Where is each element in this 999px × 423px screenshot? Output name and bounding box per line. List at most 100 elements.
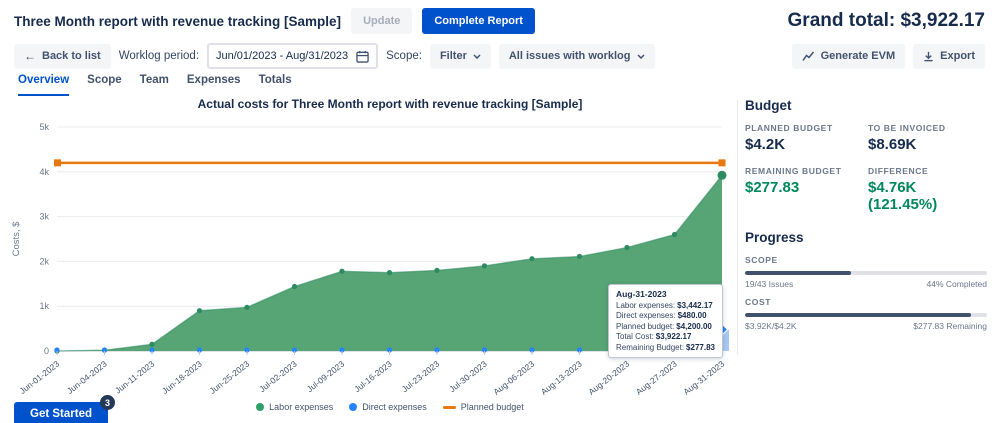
panel-divider [737,100,738,355]
summary-panel: Budget PLANNED BUDGET $4.2K TO BE INVOIC… [745,98,987,331]
tooltip-row: Labor expenses: $3,442.17 [616,301,715,311]
svg-text:Aug-27-2023: Aug-27-2023 [634,359,679,397]
svg-text:Jul-02-2023: Jul-02-2023 [257,359,299,395]
labor-swatch-icon [256,403,265,411]
calendar-icon [356,50,369,63]
scope-progress-bar [745,271,987,275]
tooltip-label: Labor expenses: [616,301,676,311]
tooltip-label: Direct expenses: [616,311,676,321]
issues-scope-dropdown[interactable]: All issues with worklog [498,43,655,69]
tooltip-label: Remaining Budget: [616,342,685,352]
remaining-budget-label: REMAINING BUDGET [745,166,842,176]
scope-progress-left: 19/43 Issues [745,279,794,289]
tab-scope[interactable]: Scope [87,74,122,96]
tooltip-row: Planned budget: $4,200.00 [616,322,715,332]
generate-evm-button[interactable]: Generate EVM [791,43,906,69]
svg-text:Aug-31-2023: Aug-31-2023 [681,359,726,397]
tooltip-label: Planned budget: [616,321,675,331]
cost-progress-label: COST [745,297,772,307]
toolbar: ← Back to list Worklog period: Jun/01/20… [14,42,985,70]
back-to-list-button[interactable]: ← Back to list [14,43,111,69]
svg-text:0: 0 [44,346,49,356]
svg-text:Jul-30-2023: Jul-30-2023 [447,359,489,395]
svg-text:Costs, $: Costs, $ [11,221,22,257]
tooltip-value: $3,922.17 [655,332,692,342]
tooltip-date: Aug-31-2023 [616,289,667,299]
to-be-invoiced-label: TO BE INVOICED [868,123,946,133]
to-be-invoiced-value: $8.69K [868,136,917,153]
svg-text:Jul-09-2023: Jul-09-2023 [305,359,347,395]
scope-filter-dropdown[interactable]: Filter [429,43,491,69]
tab-expenses[interactable]: Expenses [187,74,241,96]
svg-text:Jun-04-2023: Jun-04-2023 [65,359,109,396]
issues-scope-value: All issues with worklog [508,50,631,62]
tooltip-value: $3,442.17 [677,301,713,311]
tooltip-value: $480.00 [677,311,707,321]
tooltip-row: Remaining Budget: $277.83 [616,343,715,353]
scope-progress-label: SCOPE [745,255,778,265]
back-arrow-icon: ← [24,49,36,63]
tab-team[interactable]: Team [140,74,169,96]
get-started-button[interactable]: Get Started 3 [14,395,115,423]
page-title: Three Month report with revenue tracking… [14,13,342,29]
tab-overview[interactable]: Overview [18,74,70,96]
cost-chart[interactable]: 0 1k 2k 3k 4k 5k Costs, $ Jun-01-2023 Jun-04-202… [10,112,740,412]
remaining-budget-value: $277.83 [745,179,800,196]
legend-label: Direct expenses [362,402,427,412]
tooltip-row: Total Cost: $3,922.17 [616,332,715,342]
chart-legend: Labor expenses Direct expenses Planned b… [240,402,540,412]
progress-title: Progress [745,230,804,245]
svg-text:2k: 2k [39,256,49,266]
planned-swatch-icon [442,405,456,409]
export-icon [924,51,933,61]
budget-item: TO BE INVOICED $8.69K [868,123,987,166]
cost-progress-bar [745,313,987,317]
chart-tooltip: Aug-31-2023 Labor expenses: $3,442.17 Dir… [608,284,723,358]
svg-text:Jun-18-2023: Jun-18-2023 [160,359,204,396]
update-button[interactable]: Update [351,8,413,34]
chevron-down-icon [473,53,481,59]
legend-direct-expenses[interactable]: Direct expenses [349,402,427,412]
svg-text:Aug-13-2023: Aug-13-2023 [539,359,584,397]
budget-item: DIFFERENCE $4.76K (121.45%) [868,166,987,226]
svg-text:5k: 5k [39,122,49,132]
get-started-badge: 3 [100,395,115,410]
svg-text:Jun-11-2023: Jun-11-2023 [113,359,156,396]
report-page: Three Month report with revenue tracking… [0,0,999,423]
cost-progress-fill [745,313,972,317]
svg-text:Aug-06-2023: Aug-06-2023 [491,359,536,397]
tooltip-row: Direct expenses: $480.00 [616,311,715,321]
svg-text:Aug-20-2023: Aug-20-2023 [586,359,631,397]
back-to-list-label: Back to list [42,50,101,62]
scope-progress-right: 44% Completed [926,279,987,289]
complete-report-button[interactable]: Complete Report [422,8,535,34]
difference-label: DIFFERENCE [868,166,929,176]
tooltip-value: $277.83 [686,342,715,352]
evm-chart-icon [801,51,814,61]
planned-budget-value: $4.2K [745,136,786,153]
scope-progress-fill [745,271,852,275]
difference-value: $4.76K (121.45%) [868,179,938,213]
legend-labor-expenses[interactable]: Labor expenses [256,402,333,412]
svg-text:3k: 3k [39,212,49,222]
svg-text:1k: 1k [39,301,49,311]
scope-filter-value: Filter [439,50,467,62]
tab-totals[interactable]: Totals [259,74,292,96]
budget-grid: PLANNED BUDGET $4.2K TO BE INVOICED $8.6… [745,123,987,226]
svg-text:4k: 4k [39,167,49,177]
tooltip-value: $4,200.00 [676,321,712,331]
planned-budget-label: PLANNED BUDGET [745,123,833,133]
legend-label: Labor expenses [269,402,334,412]
cost-progress-stats: $3.92K/$4.2K $277.83 Remaining [745,321,987,331]
export-button[interactable]: Export [913,43,985,69]
grand-total: Grand total: $3,922.17 [787,10,985,31]
legend-planned-budget[interactable]: Planned budget [442,402,524,412]
chart-title: Actual costs for Three Month report with… [197,97,583,111]
budget-item: PLANNED BUDGET $4.2K [745,123,868,166]
svg-text:Jun-25-2023: Jun-25-2023 [207,359,251,396]
get-started-label: Get Started [30,408,92,420]
cost-progress-left: $3.92K/$4.2K [745,321,797,331]
budget-item: REMAINING BUDGET $277.83 [745,166,868,226]
worklog-period-input[interactable]: Jun/01/2023 - Aug/31/2023 [207,43,379,69]
scope-progress-stats: 19/43 Issues 44% Completed [745,279,987,289]
